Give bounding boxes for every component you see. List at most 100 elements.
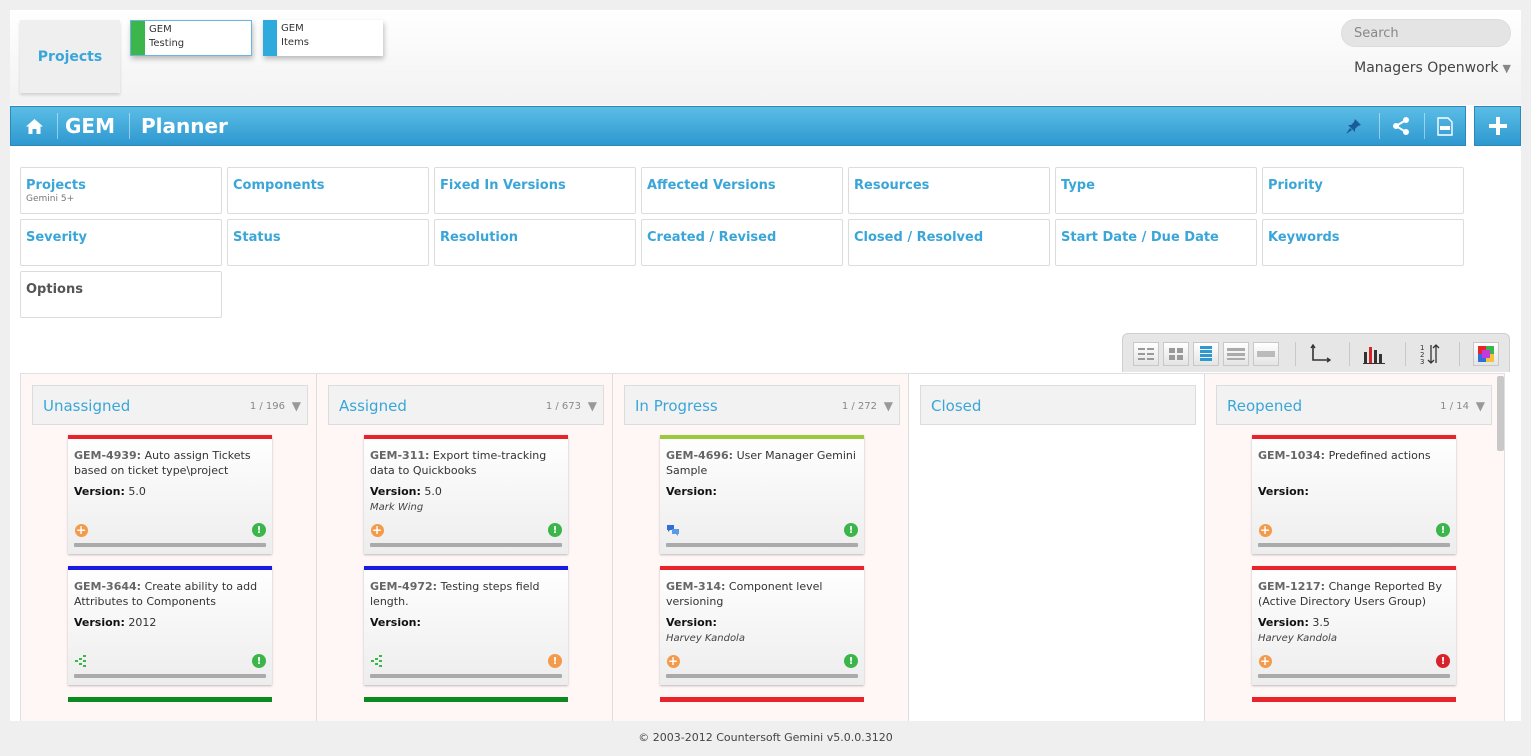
priority-bar (364, 435, 568, 439)
column-count: 1 / 196 (249, 401, 285, 412)
home-button[interactable] (25, 107, 45, 145)
column-header[interactable]: Reopened 1 / 14 ▼ (1216, 385, 1492, 425)
dropdown-arrow-icon: ▼ (1502, 62, 1511, 75)
filter-start-due-date[interactable]: Start Date / Due Date (1055, 219, 1257, 266)
comments-icon[interactable] (666, 523, 680, 537)
filter-status[interactable]: Status (227, 219, 429, 266)
bar-chart-icon (1363, 347, 1385, 364)
project-card-gem-items[interactable]: GEM Items (263, 20, 383, 56)
add-glyph: + (370, 522, 384, 537)
filter-affected-versions[interactable]: Affected Versions (641, 167, 843, 214)
issue-card[interactable]: GEM-311: Export time-tracking data to Qu… (364, 435, 568, 554)
issue-card[interactable]: GEM-3644: Create ability to add Attribut… (68, 566, 272, 685)
column-dropdown-icon[interactable]: ▼ (884, 399, 893, 413)
small-cards-button[interactable] (1163, 342, 1189, 366)
filter-severity[interactable]: Severity (20, 219, 222, 266)
column-header[interactable]: Closed (920, 385, 1196, 425)
filter-priority[interactable]: Priority (1262, 167, 1464, 214)
svg-text:3: 3 (1420, 358, 1424, 365)
issue-title: GEM-4939: Auto assign Tickets based on t… (74, 448, 268, 478)
pin-icon (1346, 119, 1361, 134)
toolbar-divider (1349, 342, 1350, 366)
issue-card[interactable]: GEM-4972: Testing steps field length. Ve… (364, 566, 568, 685)
add-item-button[interactable] (1474, 106, 1521, 146)
projects-tile[interactable]: Projects (20, 20, 120, 93)
rows-view-icon (1227, 348, 1245, 360)
column-title: Assigned (339, 397, 407, 415)
toolbar-divider (1459, 342, 1460, 366)
add-icon[interactable]: + (1258, 523, 1272, 537)
version-label: Version: (1258, 616, 1309, 629)
filter-fixed-in-versions[interactable]: Fixed In Versions (434, 167, 636, 214)
color-palette-button[interactable] (1473, 342, 1499, 366)
column-header[interactable]: Assigned 1 / 673 ▼ (328, 385, 604, 425)
pin-button[interactable] (1345, 107, 1365, 145)
workspace-label: Managers Openwork (1354, 60, 1499, 76)
board-scrollbar[interactable] (1497, 376, 1504, 451)
card-footer-bar (370, 543, 562, 547)
next-card-edge (660, 697, 864, 702)
status-icon: ! (252, 523, 266, 537)
version-value: 2012 (128, 616, 157, 629)
filter-resources[interactable]: Resources (848, 167, 1050, 214)
search-input[interactable] (1341, 19, 1511, 47)
axis-button[interactable] (1307, 342, 1333, 366)
filter-created-revised[interactable]: Created / Revised (641, 219, 843, 266)
issue-title: GEM-314: Component level versioning (666, 579, 860, 609)
add-icon[interactable]: + (666, 654, 680, 668)
issue-version: Version: (1258, 485, 1309, 498)
column-header[interactable]: In Progress 1 / 272 ▼ (624, 385, 900, 425)
card-footer-bar (370, 674, 562, 678)
compact-list-button[interactable] (1133, 342, 1159, 366)
filter-label: Type (1061, 178, 1095, 193)
workspace-selector[interactable]: Managers Openwork ▼ (1354, 60, 1511, 76)
column-dropdown-icon[interactable]: ▼ (292, 399, 301, 413)
list-view-button[interactable] (1193, 342, 1219, 366)
filter-resolution[interactable]: Resolution (434, 219, 636, 266)
color-palette-icon (1478, 346, 1494, 362)
card-footer-bar (1258, 543, 1450, 547)
column-title: Unassigned (43, 397, 131, 415)
status-icon: ! (844, 654, 858, 668)
add-icon[interactable]: + (370, 523, 384, 537)
rows-view-button[interactable] (1223, 342, 1249, 366)
project-color-stripe (263, 20, 277, 56)
column-reopened: Reopened 1 / 14 ▼ GEM-1034: Predefined a… (1205, 374, 1504, 721)
issue-id: GEM-3644: (74, 580, 142, 593)
filter-keywords[interactable]: Keywords (1262, 219, 1464, 266)
share-button[interactable] (1391, 107, 1413, 145)
filter-label: Start Date / Due Date (1061, 230, 1219, 245)
filter-options[interactable]: Options (20, 271, 222, 318)
filter-label: Resolution (440, 230, 519, 245)
add-icon[interactable]: + (1258, 654, 1272, 668)
sort-order-button[interactable]: 123 (1417, 342, 1443, 366)
single-row-button[interactable] (1253, 342, 1279, 366)
top-header: Projects GEM Testing GEM Items Managers … (10, 10, 1521, 105)
project-card-line2: Testing (149, 38, 185, 49)
issue-id: GEM-311: (370, 449, 430, 462)
column-count: 1 / 272 (841, 401, 877, 412)
pdf-button[interactable] (1437, 107, 1457, 145)
column-assigned: Assigned 1 / 673 ▼ GEM-311: Export time-… (317, 374, 613, 721)
column-header[interactable]: Unassigned 1 / 196 ▼ (32, 385, 308, 425)
issue-card[interactable]: GEM-1034: Predefined actions Version: + … (1252, 435, 1456, 554)
card-footer-bar (74, 674, 266, 678)
app-window: Projects GEM Testing GEM Items Managers … (10, 10, 1521, 721)
add-icon[interactable]: + (74, 523, 88, 537)
filter-projects[interactable]: Projects Gemini 5+ (20, 167, 222, 214)
filter-type[interactable]: Type (1055, 167, 1257, 214)
project-card-gem-testing[interactable]: GEM Testing (130, 20, 252, 56)
chart-button[interactable] (1361, 342, 1387, 366)
issue-card[interactable]: GEM-4939: Auto assign Tickets based on t… (68, 435, 272, 554)
issue-card[interactable]: GEM-4696: User Manager Gemini Sample Ver… (660, 435, 864, 554)
column-dropdown-icon[interactable]: ▼ (588, 399, 597, 413)
projects-tile-label: Projects (37, 48, 103, 65)
issue-card[interactable]: GEM-314: Component level versioning Vers… (660, 566, 864, 685)
column-dropdown-icon[interactable]: ▼ (1476, 399, 1485, 413)
hierarchy-icon[interactable] (370, 654, 384, 668)
breadcrumb-project[interactable]: GEM (65, 107, 115, 145)
issue-card[interactable]: GEM-1217: Change Reported By (Active Dir… (1252, 566, 1456, 685)
hierarchy-icon[interactable] (74, 654, 88, 668)
filter-components[interactable]: Components (227, 167, 429, 214)
filter-closed-resolved[interactable]: Closed / Resolved (848, 219, 1050, 266)
